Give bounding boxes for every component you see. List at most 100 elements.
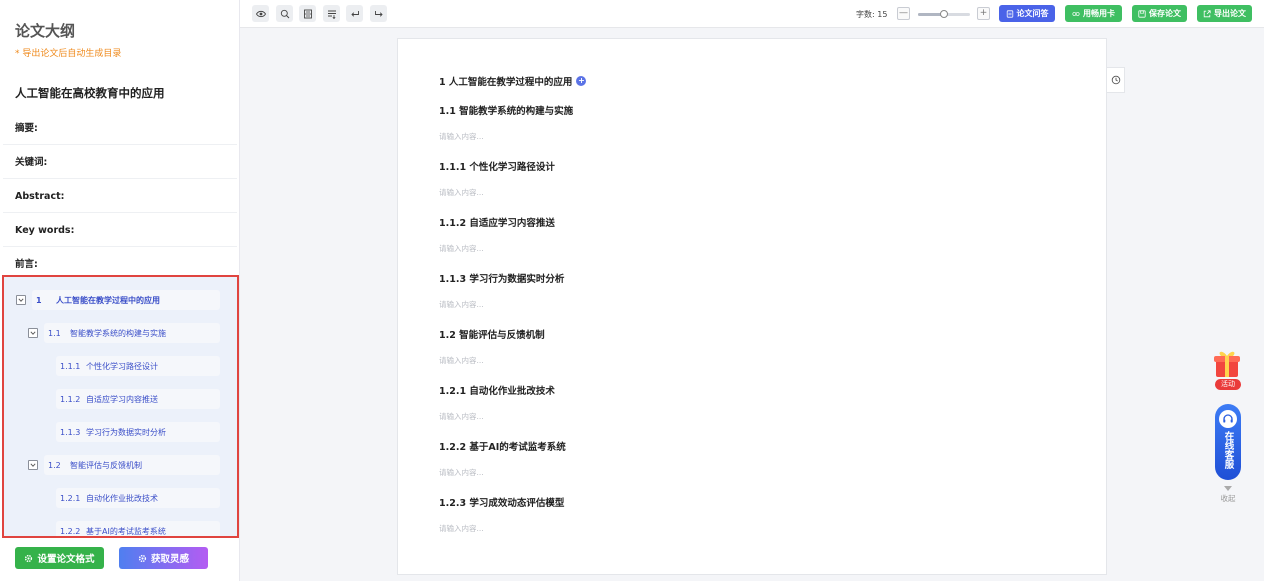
content-input-1-1-3[interactable]: 请输入内容... (439, 299, 484, 310)
section-abstract-en[interactable]: Abstract: (3, 180, 237, 213)
outline-num: 1.2.1 (60, 493, 81, 503)
zoom-icon (280, 9, 289, 18)
set-format-button[interactable]: 设置论文格式 (15, 547, 104, 569)
collapse-toggle-icon[interactable] (28, 328, 38, 338)
outline-pill-1-1-2[interactable]: 1.1.2 自适应学习内容推送 (56, 389, 220, 409)
activity-tag[interactable]: 活动 (1215, 379, 1241, 390)
outline-sidebar: 论文大纲 * 导出论文后自动生成目录 人工智能在高校教育中的应用 摘要: 关键词… (0, 0, 240, 581)
content-input-1-1-2[interactable]: 请输入内容... (439, 243, 484, 254)
export-paper-button[interactable]: 导出论文 (1197, 5, 1252, 22)
outline-label: 人工智能在教学过程中的应用 (56, 295, 160, 305)
content-input-1-1[interactable]: 请输入内容... (439, 131, 484, 142)
doc-heading-1[interactable]: 1 人工智能在教学过程中的应用 + (439, 74, 587, 88)
outline-item-1[interactable] (16, 290, 32, 310)
save-paper-button[interactable]: 保存论文 (1132, 5, 1187, 22)
paper-qa-label: 论文问答 (1016, 9, 1049, 18)
section-keywords-cn[interactable]: 关键词: (3, 146, 237, 179)
gear-icon (25, 554, 33, 562)
doc-heading-1-2-3[interactable]: 1.2.3 学习成效动态评估模型 (439, 495, 564, 509)
zoom-slider[interactable] (918, 10, 970, 18)
doc-heading-1-2-1[interactable]: 1.2.1 自动化作业批改技术 (439, 383, 555, 397)
list-icon (327, 10, 336, 19)
export-paper-label: 导出论文 (1214, 9, 1246, 18)
outline-label: 自适应学习内容推送 (86, 394, 158, 404)
doc-heading-1-1-3[interactable]: 1.1.3 学习行为数据实时分析 (439, 271, 564, 285)
online-service-label: 在线客服 (1222, 431, 1234, 469)
undo-button[interactable] (346, 5, 363, 22)
doc-heading-1-1-1[interactable]: 1.1.1 个性化学习路径设计 (439, 159, 555, 173)
outline-tree: 1 人工智能在教学过程中的应用 1.1 智能教学系统的构建与实施 1.1.1 个… (2, 275, 239, 538)
content-input-1-2-2[interactable]: 请输入内容... (439, 467, 484, 478)
history-icon (1111, 75, 1120, 85)
section-abstract-cn[interactable]: 摘要: (3, 112, 237, 145)
export-icon (1203, 9, 1211, 17)
zoom-slider-handle[interactable] (940, 10, 948, 18)
use-card-button[interactable]: 用畅用卡 (1065, 5, 1122, 22)
undo-icon (350, 10, 359, 17)
paper-title[interactable]: 人工智能在高校教育中的应用 (15, 85, 165, 101)
doc-heading-1-1-2[interactable]: 1.1.2 自适应学习内容推送 (439, 215, 555, 229)
paper-qa-button[interactable]: 论文问答 (999, 5, 1055, 22)
eye-icon (255, 10, 266, 17)
outline-num: 1.1.1 (60, 361, 81, 371)
outline-num: 1.2.2 (60, 526, 81, 536)
collapse-label: 收起 (1220, 494, 1236, 503)
layout-icon (303, 9, 312, 18)
word-count: 字数: 15 (856, 10, 888, 19)
doc-heading-1-2-2[interactable]: 1.2.2 基于AI的考试监考系统 (439, 439, 566, 453)
outline-num: 1.1.3 (60, 427, 81, 437)
document-icon (1006, 9, 1013, 18)
collapse-toggle-icon[interactable] (16, 295, 26, 305)
get-inspiration-button[interactable]: 获取灵感 (119, 547, 208, 569)
content-input-1-2-3[interactable]: 请输入内容... (439, 523, 484, 534)
save-paper-label: 保存论文 (1149, 9, 1181, 18)
outline-pill-1[interactable]: 1 人工智能在教学过程中的应用 (32, 290, 220, 310)
layout-button[interactable] (299, 5, 316, 22)
gear-icon (138, 554, 147, 562)
save-icon (1138, 9, 1146, 18)
zoom-out-button[interactable]: — (897, 7, 910, 20)
content-input-1-2[interactable]: 请输入内容... (439, 355, 484, 366)
outline-pill-1-2-2[interactable]: 1.2.2 基于AI的考试监考系统 (56, 521, 220, 536)
outline-item-1-2[interactable] (28, 455, 44, 475)
outline-pill-1-1-1[interactable]: 1.1.1 个性化学习路径设计 (56, 356, 220, 376)
outline-num: 1 (36, 295, 42, 305)
preview-button[interactable] (252, 5, 269, 22)
content-input-1-2-1[interactable]: 请输入内容... (439, 411, 484, 422)
chevron-down-icon (1224, 486, 1232, 491)
headset-icon (1219, 410, 1237, 428)
content-input-1-1-1[interactable]: 请输入内容... (439, 187, 484, 198)
outline-pill-1-1-3[interactable]: 1.1.3 学习行为数据实时分析 (56, 422, 220, 442)
outline-pill-1-1[interactable]: 1.1 智能教学系统的构建与实施 (44, 323, 220, 343)
outline-num: 1.2 (48, 460, 61, 470)
search-button[interactable] (276, 5, 293, 22)
sidebar-title: 论文大纲 (15, 22, 76, 40)
doc-heading-1-1[interactable]: 1.1 智能教学系统的构建与实施 (439, 103, 573, 117)
outline-label: 智能教学系统的构建与实施 (70, 328, 166, 338)
set-format-label: 设置论文格式 (37, 554, 95, 565)
sidebar-hint: * 导出论文后自动生成目录 (15, 49, 122, 59)
doc-heading-1-2[interactable]: 1.2 智能评估与反馈机制 (439, 327, 545, 341)
collapse-button[interactable]: 收起 (1218, 486, 1238, 504)
redo-button[interactable] (370, 5, 387, 22)
online-service-button[interactable]: 在线客服 (1215, 404, 1241, 480)
outline-pill-1-2-1[interactable]: 1.2.1 自动化作业批改技术 (56, 488, 220, 508)
section-keywords-en[interactable]: Key words: (3, 214, 237, 247)
outline-item-1-1[interactable] (28, 323, 44, 343)
get-inspiration-label: 获取灵感 (150, 554, 189, 565)
outline-num: 1.1.2 (60, 394, 81, 404)
history-button[interactable] (1107, 67, 1125, 93)
collapse-toggle-icon[interactable] (28, 460, 38, 470)
document-page[interactable]: 1 人工智能在教学过程中的应用 + 1.1 智能教学系统的构建与实施 请输入内容… (397, 38, 1107, 575)
list-button[interactable] (323, 5, 340, 22)
outline-num: 1.1 (48, 328, 61, 338)
add-section-icon[interactable]: + (576, 76, 587, 86)
outline-label: 个性化学习路径设计 (86, 361, 158, 371)
use-card-label: 用畅用卡 (1083, 9, 1115, 18)
zoom-in-button[interactable]: + (977, 7, 990, 20)
outline-label: 自动化作业批改技术 (86, 493, 158, 503)
outline-label: 智能评估与反馈机制 (70, 460, 142, 470)
doc-heading-text: 1 人工智能在教学过程中的应用 (439, 77, 573, 88)
editor-toolbar: 字数: 15 — + 论文问答 用畅用卡 保存论文 导出论文 (240, 0, 1264, 28)
outline-pill-1-2[interactable]: 1.2 智能评估与反馈机制 (44, 455, 220, 475)
